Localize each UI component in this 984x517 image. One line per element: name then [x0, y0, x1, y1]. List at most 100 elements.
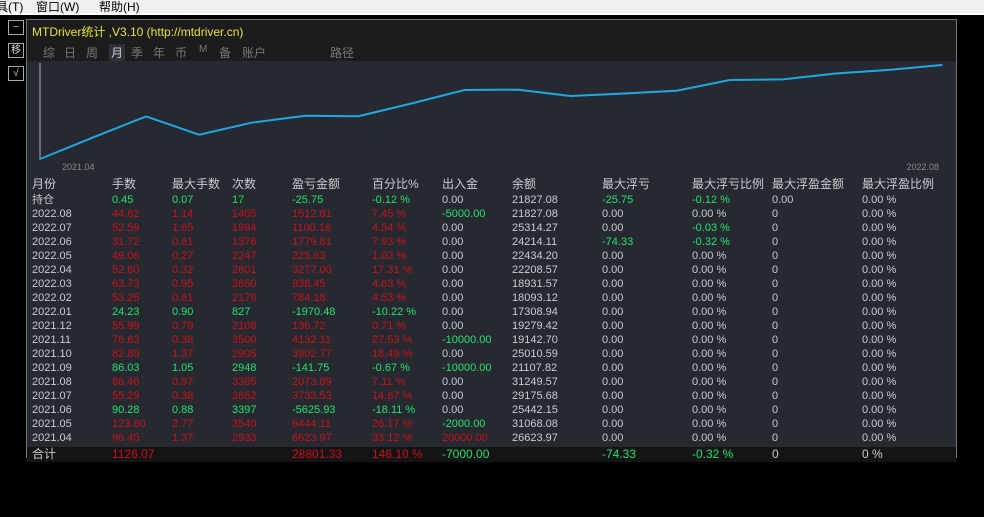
tab-0[interactable]: 综 [43, 44, 55, 61]
cell-最大手数: 0.32 [172, 264, 194, 276]
cell-最大浮盈比例: 0.00 % [862, 236, 897, 248]
cell-最大浮盈金额: 0 [772, 250, 779, 262]
tab-4[interactable]: 季 [131, 44, 143, 61]
cell-出入金: -7000.00 [442, 447, 490, 461]
cell-余额: 29175.68 [512, 390, 558, 402]
cell-最大浮亏: 0.00 [602, 432, 624, 444]
cell-百分比%: -10.22 % [372, 306, 417, 318]
cell-最大手数: 1.05 [172, 362, 194, 374]
tab-9[interactable]: 账户 [242, 44, 266, 61]
cell-最大浮盈金额: 最大浮盈金额 [772, 177, 845, 191]
cell-最大浮盈金额: 0 [772, 362, 779, 374]
table-row: 2022.02 53.25 0.61 2179 784.18 4.53 % 0.00 1809… [27, 291, 956, 305]
check-button[interactable]: √ [8, 66, 24, 81]
cell-手数: 手数 [112, 177, 137, 191]
cell-月份: 2021.08 [32, 376, 72, 388]
cell-手数: 55.29 [112, 390, 140, 402]
cell-手数: 31.72 [112, 236, 140, 248]
cell-百分比%: 17.31 % [372, 264, 413, 276]
cell-最大浮盈金额: 0 [772, 222, 779, 234]
cell-最大浮亏: 0.00 [602, 278, 624, 290]
cell-手数: 96.45 [112, 432, 140, 444]
cell-出入金: 0.00 [442, 404, 464, 416]
tab-5[interactable]: 年 [153, 44, 165, 61]
cell-最大浮亏比例: 0.00 % [692, 418, 727, 430]
tab-3[interactable]: 月 [109, 44, 126, 61]
cell-手数: 63.73 [112, 278, 140, 290]
cell-手数: 24.23 [112, 306, 140, 318]
minimize-button[interactable]: − [8, 20, 24, 35]
menu-tools[interactable]: 具(T) [0, 0, 23, 15]
cell-余额: 22434.20 [512, 250, 558, 262]
cell-出入金: 0.00 [442, 292, 464, 304]
table-row: 2021.11 76.63 0.38 3500 4132.11 27.53 % -10000… [27, 333, 956, 347]
cell-最大浮盈金额: 0 [772, 334, 779, 346]
tab-7[interactable]: M [199, 44, 207, 55]
cell-月份: 2021.11 [32, 334, 71, 346]
cell-最大浮盈比例: 0.00 % [862, 292, 897, 304]
cell-最大浮亏: 0.00 [602, 292, 624, 304]
cell-百分比%: 33.12 % [372, 432, 413, 444]
tab-6[interactable]: 币 [175, 44, 187, 61]
cell-次数: 2905 [232, 348, 257, 360]
window-title: MTDriver统计 ,V3.10 (http://mtdriver.cn) [27, 20, 956, 41]
equity-point [941, 64, 943, 66]
cell-次数: 2108 [232, 320, 257, 332]
cell-百分比%: 4.63 % [372, 278, 407, 290]
tab-2[interactable]: 周 [86, 44, 98, 61]
cell-最大浮盈金额: 0 [772, 292, 779, 304]
cell-余额: 25010.59 [512, 348, 558, 360]
cell-月份: 持仓 [32, 194, 54, 206]
cell-最大浮亏比例: -0.32 % [692, 447, 734, 461]
equity-line [39, 64, 943, 160]
cell-次数: 1994 [232, 222, 257, 234]
cell-最大手数: 最大手数 [172, 177, 221, 191]
menu-help[interactable]: 帮助(H) [99, 0, 140, 15]
equity-point [463, 89, 466, 91]
cell-百分比%: 7.93 % [372, 236, 407, 248]
table-row: 2021.09 86.03 1.05 2948 -141.75 -0.67 % -10000… [27, 361, 956, 375]
cell-月份: 2021.10 [32, 348, 72, 360]
cell-最大浮亏比例: 0.00 % [692, 348, 727, 360]
x-label-start: 2021.04 [62, 162, 95, 172]
cell-月份: 2021.04 [32, 432, 72, 444]
cell-余额: 25314.27 [512, 222, 558, 234]
cell-次数: 2179 [232, 292, 257, 304]
tab-1[interactable]: 日 [64, 44, 76, 61]
cell-百分比%: -18.11 % [372, 404, 416, 416]
cell-余额: 21827.08 [512, 208, 558, 220]
cell-最大浮盈金额: 0.00 [772, 194, 794, 206]
cell-月份: 2022.05 [32, 250, 72, 262]
cell-最大浮盈金额: 0 [772, 376, 779, 388]
cell-最大浮盈比例: 0.00 % [862, 376, 897, 388]
cell-余额: 25442.15 [512, 404, 558, 416]
cell-出入金: 0.00 [442, 390, 464, 402]
cell-余额: 21107.82 [512, 362, 558, 374]
menu-window[interactable]: 窗口(W) [36, 0, 79, 15]
cell-余额: 31249.57 [512, 376, 558, 388]
equity-chart: 2021.04 2022.08 [39, 63, 943, 172]
equity-point [251, 121, 254, 124]
cell-次数: 次数 [232, 177, 257, 191]
table-row: 2022.05 49.06 0.27 2247 225.63 1.02 % 0.00 2243… [27, 249, 956, 263]
cell-最大浮亏: -25.75 [602, 194, 634, 206]
tab-bar: 综日周月季年币 M 备账户 路径 [27, 41, 956, 61]
cell-最大浮亏: 0.00 [602, 390, 624, 402]
cell-盈亏金额: 盈亏金额 [292, 177, 341, 191]
cell-出入金: 0.00 [442, 306, 464, 318]
tab-10[interactable]: 路径 [330, 44, 354, 61]
cell-最大浮盈金额: 0 [772, 264, 779, 276]
tab-8[interactable]: 备 [219, 44, 231, 61]
cell-手数: 49.06 [112, 250, 140, 262]
cell-百分比%: -0.67 % [372, 362, 410, 374]
cell-最大浮盈比例: 0.00 % [862, 278, 897, 290]
cell-月份: 2021.09 [32, 362, 72, 374]
cell-出入金: 0.00 [442, 348, 464, 360]
cell-最大浮盈金额: 0 [772, 418, 779, 430]
cell-最大浮盈比例: 0 % [862, 447, 883, 461]
cell-月份: 2021.06 [32, 404, 72, 416]
cell-百分比%: 0.71 % [372, 320, 407, 332]
cell-最大浮盈金额: 0 [772, 432, 779, 444]
move-button[interactable]: 移 [8, 43, 24, 58]
cell-最大浮亏比例: -0.12 % [692, 194, 730, 206]
